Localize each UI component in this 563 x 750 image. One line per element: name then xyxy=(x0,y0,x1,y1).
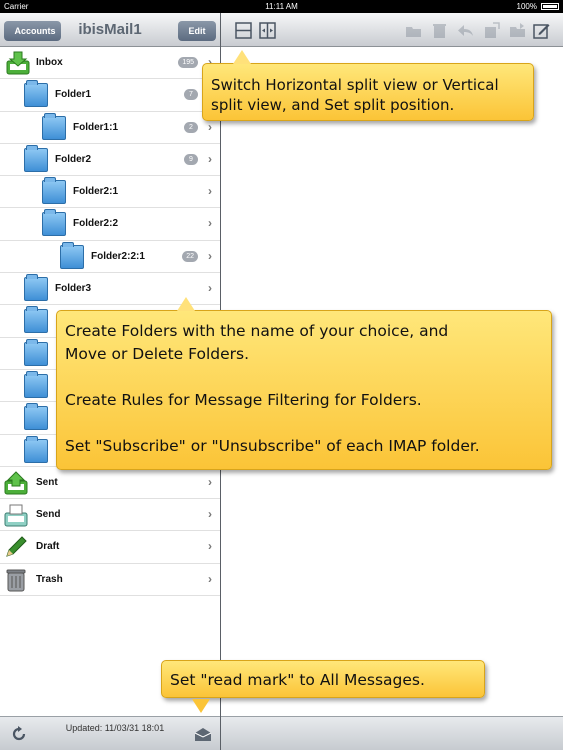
list-item[interactable]: Sent › xyxy=(0,466,220,500)
unread-count-badge: 22 xyxy=(182,250,198,262)
list-item[interactable]: Folder2:2 › xyxy=(0,208,220,241)
folder-label: Draft xyxy=(36,541,60,553)
list-item[interactable]: Trash › xyxy=(0,563,220,597)
trash-icon[interactable] xyxy=(431,22,448,39)
folder-icon xyxy=(24,338,48,366)
callout-text: Switch Horizontal split view or Vertical… xyxy=(211,76,499,114)
folder-label: Inbox xyxy=(36,57,63,68)
callout-text: Create Folders with the name of your cho… xyxy=(65,322,480,455)
battery-icon xyxy=(541,3,559,10)
list-item[interactable]: Folder1 7 › xyxy=(0,79,220,112)
vertical-split-icon[interactable] xyxy=(259,22,276,39)
chevron-right-icon: › xyxy=(208,507,212,522)
folder-label: Folder2:1 xyxy=(73,186,119,198)
folder-label: Folder2:2 xyxy=(73,218,119,230)
list-item[interactable]: Folder2 9 › xyxy=(0,143,220,177)
last-updated-label: Updated: 11/03/31 18:01 xyxy=(65,723,165,733)
chevron-right-icon: › xyxy=(208,184,212,199)
split-view-callout: Switch Horizontal split view or Vertical… xyxy=(202,50,534,121)
folder-label: Folder2 xyxy=(55,153,92,165)
callout-pointer xyxy=(233,50,251,64)
folder-icon xyxy=(24,435,48,463)
clock: 11:11 AM xyxy=(265,2,298,11)
folder-label: Folder1:1 xyxy=(73,121,119,133)
pencil-icon xyxy=(6,536,27,558)
chevron-right-icon: › xyxy=(208,248,212,263)
accounts-back-button[interactable]: Accounts xyxy=(4,21,61,41)
folder-label: Folder2:2:1 xyxy=(91,250,145,262)
unread-count-badge: 7 xyxy=(184,89,198,101)
chevron-right-icon: › xyxy=(208,216,212,231)
chevron-right-icon: › xyxy=(208,539,212,554)
folders-callout: Create Folders with the name of your cho… xyxy=(56,297,552,470)
folder-label: Send xyxy=(36,509,61,521)
refresh-icon[interactable] xyxy=(10,725,28,743)
folder-bottom-bar: Updated: 11/03/31 18:01 xyxy=(0,716,220,750)
folder-icon xyxy=(24,403,48,431)
folder-label: Sent xyxy=(36,476,58,488)
unread-count-badge: 195 xyxy=(178,57,198,68)
message-toolbar xyxy=(221,13,563,47)
chevron-right-icon: › xyxy=(208,571,212,586)
callout-text: Set "read mark" to All Messages. xyxy=(170,671,425,689)
mark-all-read-icon[interactable] xyxy=(194,725,212,743)
compose-icon[interactable] xyxy=(533,22,550,39)
chevron-right-icon: › xyxy=(208,119,212,134)
callout-pointer xyxy=(192,699,210,713)
chevron-right-icon: › xyxy=(208,281,212,296)
read-mark-callout: Set "read mark" to All Messages. xyxy=(161,660,485,713)
folder-icon xyxy=(24,144,48,172)
folder-icon xyxy=(24,80,48,108)
unread-count-badge: 9 xyxy=(184,153,198,165)
edit-button[interactable]: Edit xyxy=(178,21,216,41)
reply-icon[interactable] xyxy=(457,22,474,39)
callout-pointer xyxy=(177,297,195,311)
move-folder-icon[interactable] xyxy=(405,22,422,39)
inbox-icon xyxy=(6,51,30,75)
folder-label: Folder3 xyxy=(55,283,92,295)
list-item[interactable]: Inbox 195 › xyxy=(0,47,220,80)
trash-icon xyxy=(6,569,26,592)
chevron-right-icon: › xyxy=(208,474,212,489)
folder-move-icon[interactable] xyxy=(509,22,526,39)
folder-icon xyxy=(24,370,48,398)
folder-icon xyxy=(42,177,66,205)
list-item[interactable]: Send › xyxy=(0,499,220,532)
account-title: ibisMail1 xyxy=(78,21,142,38)
status-bar: Carrier 11:11 AM 100% xyxy=(0,0,563,13)
folder-icon xyxy=(42,112,66,140)
message-bottom-bar xyxy=(221,716,563,750)
list-item[interactable]: Folder2:2:1 22 › xyxy=(0,240,220,274)
folder-icon xyxy=(24,274,48,302)
folder-icon xyxy=(42,209,66,237)
folder-icon xyxy=(60,241,84,269)
outbox-icon xyxy=(4,504,28,527)
list-item[interactable]: Folder1:1 2 › xyxy=(0,111,220,144)
filter-rule-icon[interactable] xyxy=(483,22,500,39)
folder-nav-bar: Accounts ibisMail1 Edit xyxy=(0,13,220,47)
horizontal-split-icon[interactable] xyxy=(235,22,252,39)
chevron-right-icon: › xyxy=(208,151,212,166)
unread-count-badge: 2 xyxy=(184,121,198,133)
list-item[interactable]: Draft › xyxy=(0,531,220,564)
battery-percent: 100% xyxy=(516,2,537,11)
sent-icon xyxy=(4,471,28,495)
folder-icon xyxy=(24,306,48,334)
folder-label: Folder1 xyxy=(55,89,92,101)
list-item[interactable]: Folder2:1 › xyxy=(0,176,220,209)
folder-label: Trash xyxy=(36,573,63,585)
